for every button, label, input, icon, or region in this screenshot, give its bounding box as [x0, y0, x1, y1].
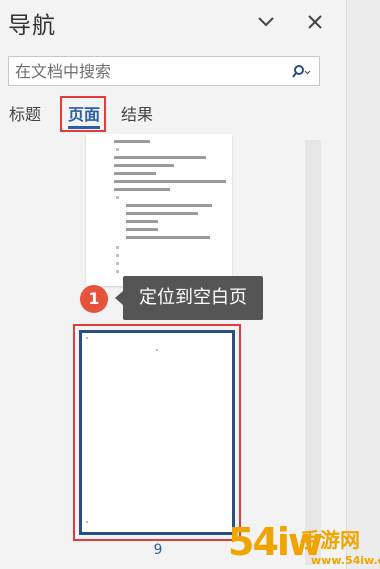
blank-page-thumbnail[interactable] — [79, 330, 235, 535]
search-icon[interactable] — [291, 63, 311, 81]
text-mark — [116, 254, 119, 257]
navigation-pane: 导航 标题 页面 结果 — [0, 0, 346, 569]
scrollbar[interactable] — [305, 140, 321, 565]
text-line — [126, 236, 210, 239]
page-mark — [156, 349, 158, 351]
watermark-site: www.54iw.cn — [311, 554, 380, 567]
page-mark — [86, 337, 88, 339]
search-box — [8, 56, 320, 86]
chevron-down-icon[interactable] — [252, 8, 280, 36]
search-input[interactable] — [9, 57, 293, 85]
page-number: 9 — [153, 542, 163, 558]
text-mark — [116, 270, 119, 273]
page-mark — [86, 521, 88, 523]
document-edge — [346, 0, 380, 569]
text-line — [114, 188, 170, 191]
pane-title: 导航 — [8, 13, 56, 39]
tab-bar: 标题 页面 结果 — [0, 103, 346, 133]
text-mark — [116, 246, 119, 249]
text-line — [114, 172, 156, 175]
tab-headings[interactable]: 标题 — [9, 103, 41, 131]
text-line — [114, 156, 206, 159]
text-line — [126, 212, 198, 215]
close-icon[interactable] — [301, 8, 329, 36]
text-mark — [116, 148, 119, 151]
text-line — [126, 220, 158, 223]
text-line — [126, 204, 212, 207]
watermark-cn: 手游网 — [300, 528, 360, 552]
callout-tooltip: 定位到空白页 — [115, 276, 263, 320]
text-line — [114, 140, 150, 143]
text-mark — [116, 196, 119, 199]
tab-results[interactable]: 结果 — [121, 103, 153, 131]
text-mark — [116, 262, 119, 265]
step-number-badge: 1 — [80, 285, 108, 313]
text-line — [126, 228, 158, 231]
text-line — [114, 164, 174, 167]
text-line — [114, 180, 226, 183]
page-thumbnail[interactable] — [86, 134, 232, 286]
tab-highlight-box — [60, 96, 106, 132]
